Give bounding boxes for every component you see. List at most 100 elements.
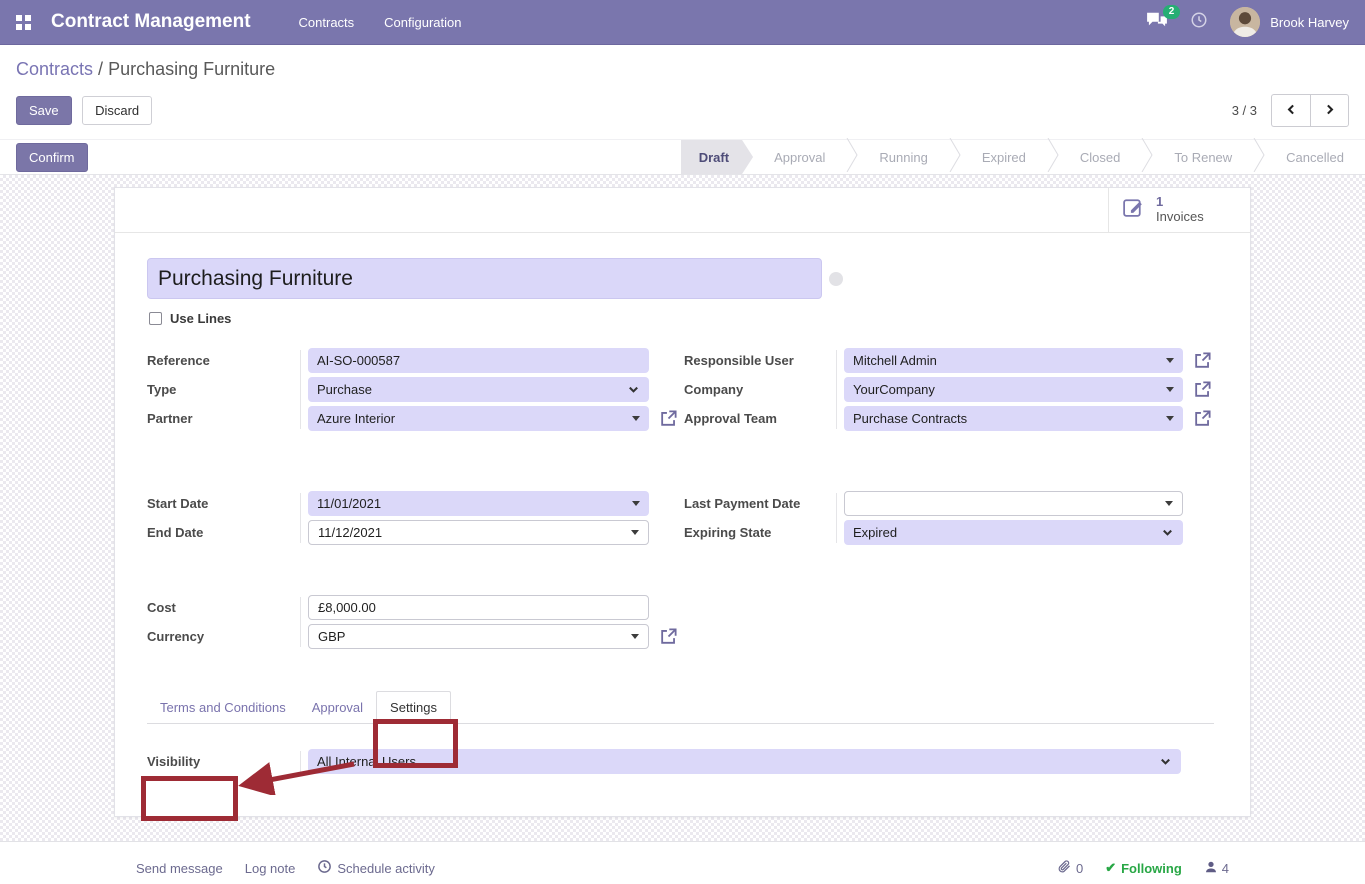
stage-approval[interactable]: Approval xyxy=(753,140,846,174)
breadcrumb-current: Purchasing Furniture xyxy=(108,59,275,79)
type-label: Type xyxy=(147,382,308,397)
use-lines-row: Use Lines xyxy=(149,311,1214,326)
company-label: Company xyxy=(684,382,844,397)
menu-contracts[interactable]: Contracts xyxy=(299,15,355,30)
statusbar: Confirm Draft Approval Running Expired C… xyxy=(0,139,1365,175)
messages-button[interactable]: 2 xyxy=(1146,11,1168,34)
caret-down-icon xyxy=(1165,501,1173,506)
start-date-field[interactable]: 11/01/2021 xyxy=(308,491,649,516)
stage-separator-icon xyxy=(949,138,961,177)
annotation-box-visibility-label xyxy=(141,776,238,821)
chevron-down-icon xyxy=(1161,526,1174,539)
invoices-stat-button[interactable]: 1 Invoices xyxy=(1108,188,1250,232)
chatter-toolbar: Send message Log note Schedule activity … xyxy=(0,841,1365,884)
end-date-label: End Date xyxy=(147,525,308,540)
responsible-user-dropdown[interactable]: Mitchell Admin xyxy=(844,348,1183,373)
expiring-state-label: Expiring State xyxy=(684,525,844,540)
caret-down-icon xyxy=(1166,358,1174,363)
last-payment-date-label: Last Payment Date xyxy=(684,496,844,511)
tab-settings[interactable]: Settings xyxy=(376,691,451,724)
stage-separator-icon xyxy=(846,138,858,177)
stage-draft[interactable]: Draft xyxy=(681,140,753,174)
approval-team-external-link-icon[interactable] xyxy=(1193,409,1212,428)
avatar[interactable] xyxy=(1230,7,1260,37)
approval-team-label: Approval Team xyxy=(684,411,844,426)
breadcrumb: Contracts / Purchasing Furniture xyxy=(16,59,1349,80)
stage-closed[interactable]: Closed xyxy=(1059,140,1141,174)
invoices-label: Invoices xyxy=(1156,210,1204,225)
contract-name-input[interactable] xyxy=(147,258,822,299)
caret-down-icon xyxy=(631,634,639,639)
chevron-down-icon xyxy=(1159,755,1172,768)
visibility-select[interactable]: All Internal Users xyxy=(308,749,1181,774)
person-icon xyxy=(1204,860,1218,877)
stage-running[interactable]: Running xyxy=(858,140,948,174)
caret-down-icon xyxy=(1166,387,1174,392)
visibility-label: Visibility xyxy=(147,754,308,769)
pager xyxy=(1271,94,1349,127)
partner-label: Partner xyxy=(147,411,308,426)
log-note-button[interactable]: Log note xyxy=(245,861,296,876)
currency-label: Currency xyxy=(147,629,308,644)
responsible-user-external-link-icon[interactable] xyxy=(1193,351,1212,370)
apps-grid-icon[interactable] xyxy=(16,15,31,30)
confirm-button[interactable]: Confirm xyxy=(16,143,88,172)
company-dropdown[interactable]: YourCompany xyxy=(844,377,1183,402)
stage-expired[interactable]: Expired xyxy=(961,140,1047,174)
clock-icon xyxy=(317,859,332,877)
user-name[interactable]: Brook Harvey xyxy=(1270,15,1349,30)
schedule-activity-button[interactable]: Schedule activity xyxy=(317,859,435,877)
discard-button[interactable]: Discard xyxy=(82,96,152,125)
activities-button[interactable] xyxy=(1190,11,1208,34)
approval-team-dropdown[interactable]: Purchase Contracts xyxy=(844,406,1183,431)
top-navbar: Contract Management Contracts Configurat… xyxy=(0,0,1365,45)
stage-separator-icon xyxy=(1253,138,1265,177)
notebook-tabs: Terms and Conditions Approval Settings xyxy=(147,694,1214,724)
followers-button[interactable]: 4 xyxy=(1204,860,1229,877)
pager-next-button[interactable] xyxy=(1310,94,1349,127)
app-title[interactable]: Contract Management xyxy=(51,11,251,33)
chevron-right-icon xyxy=(1323,103,1336,119)
send-message-button[interactable]: Send message xyxy=(136,861,223,876)
tab-terms-and-conditions[interactable]: Terms and Conditions xyxy=(147,692,299,723)
menu-configuration[interactable]: Configuration xyxy=(384,15,461,30)
currency-external-link-icon[interactable] xyxy=(659,627,678,646)
stage-cancelled[interactable]: Cancelled xyxy=(1265,140,1365,174)
last-payment-date-field[interactable] xyxy=(844,491,1183,516)
save-button[interactable]: Save xyxy=(16,96,72,125)
paperclip-icon xyxy=(1057,859,1072,877)
drag-handle-dot xyxy=(829,272,843,286)
reference-label: Reference xyxy=(147,353,308,368)
clock-icon xyxy=(1190,16,1208,33)
chevron-down-icon xyxy=(627,383,640,396)
cost-input[interactable] xyxy=(308,595,649,620)
pager-previous-button[interactable] xyxy=(1271,94,1310,127)
stage-separator-icon xyxy=(1047,138,1059,177)
main-content: 1 Invoices Use Lines xyxy=(0,175,1365,841)
use-lines-checkbox[interactable] xyxy=(149,312,162,325)
invoices-count: 1 xyxy=(1156,195,1204,210)
chevron-left-icon xyxy=(1285,103,1298,119)
end-date-field[interactable]: 11/12/2021 xyxy=(308,520,649,545)
caret-down-icon xyxy=(631,530,639,535)
attachments-button[interactable]: 0 xyxy=(1057,859,1083,877)
check-icon: ✔ xyxy=(1105,860,1116,876)
stage-pipeline: Draft Approval Running Expired Closed To… xyxy=(681,140,1365,174)
caret-down-icon xyxy=(632,416,640,421)
stage-to-renew[interactable]: To Renew xyxy=(1153,140,1253,174)
edit-note-icon xyxy=(1121,195,1146,225)
partner-external-link-icon[interactable] xyxy=(659,409,678,428)
breadcrumb-parent-link[interactable]: Contracts xyxy=(16,59,93,79)
company-external-link-icon[interactable] xyxy=(1193,380,1212,399)
partner-dropdown[interactable]: Azure Interior xyxy=(308,406,649,431)
tab-approval[interactable]: Approval xyxy=(299,692,376,723)
type-select[interactable]: Purchase xyxy=(308,377,649,402)
cost-label: Cost xyxy=(147,600,308,615)
caret-down-icon xyxy=(632,501,640,506)
following-button[interactable]: ✔ Following xyxy=(1105,860,1182,876)
messages-badge: 2 xyxy=(1163,5,1181,19)
currency-dropdown[interactable]: GBP xyxy=(308,624,649,649)
control-panel: Contracts / Purchasing Furniture Save Di… xyxy=(0,45,1365,139)
reference-input[interactable] xyxy=(308,348,649,373)
expiring-state-select[interactable]: Expired xyxy=(844,520,1183,545)
